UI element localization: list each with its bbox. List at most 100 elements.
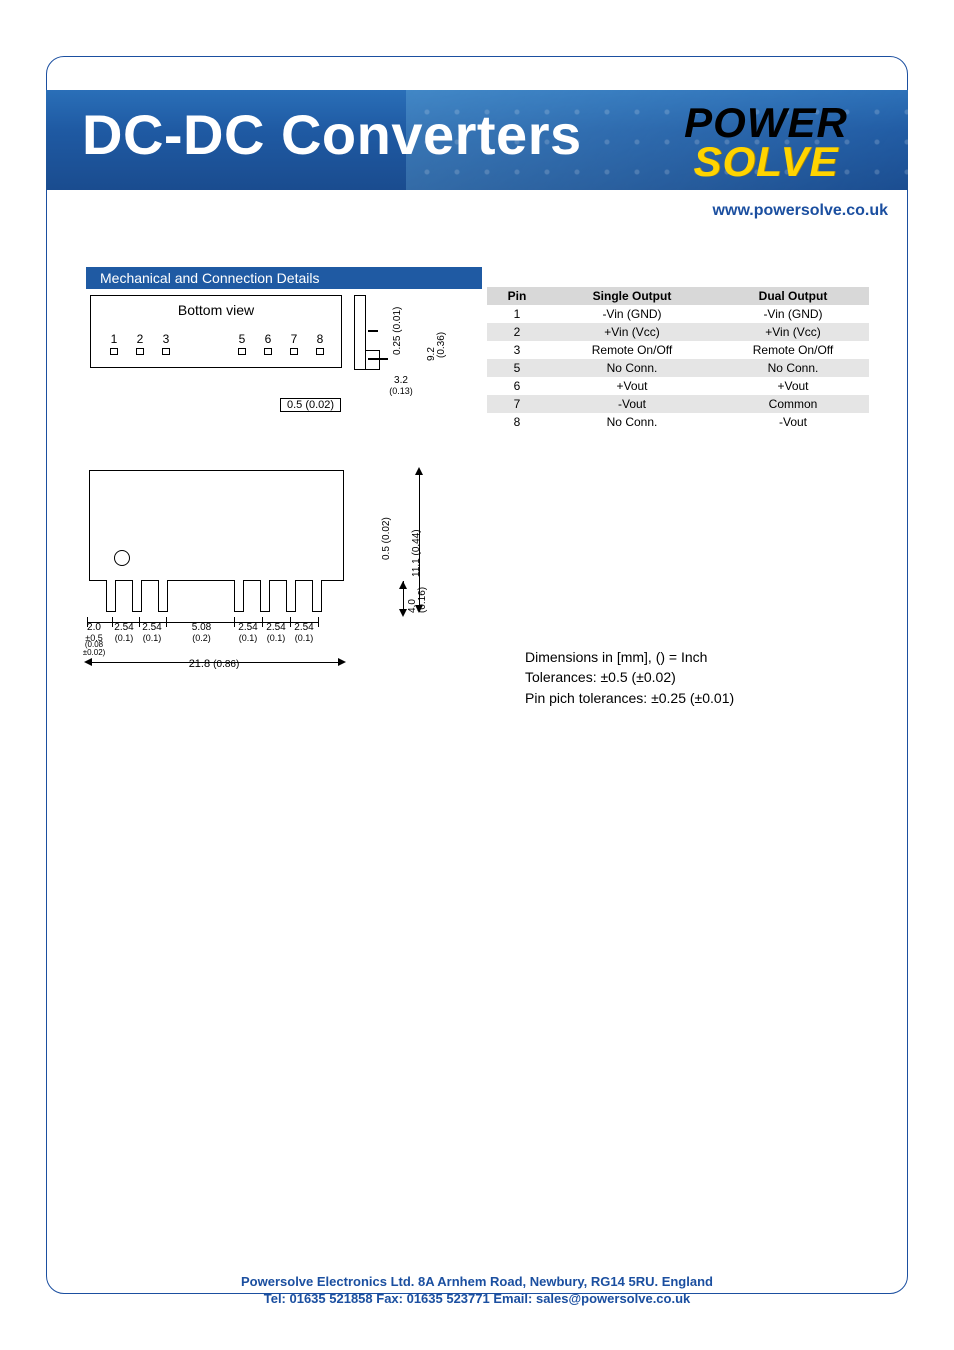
dim-21-8: 21.8 (0.86) <box>84 659 344 671</box>
dim-val: 2.54 <box>114 622 133 633</box>
dim-val: 2.54 <box>142 622 161 633</box>
dim-tick <box>318 617 319 627</box>
pin-leg <box>158 580 168 612</box>
page-root: DC-DC Converters POWER SOLVE www.powerso… <box>0 0 954 1350</box>
dimension-notes: Dimensions in [mm], () = Inch Tolerances… <box>525 647 734 708</box>
dim-21-8-val: 21.8 <box>189 658 210 670</box>
table-row: 3Remote On/OffRemote On/Off <box>487 341 869 359</box>
height-dimensions: 0.5 (0.02) 11.1 (0.44) 4.0 (0.16) <box>359 465 454 635</box>
pin-table-header-single: Single Output <box>547 287 717 305</box>
dim-2-54e: 2.54(0.1) <box>290 623 318 644</box>
single-cell: -Vin (GND) <box>547 305 717 323</box>
banner-title: DC-DC Converters <box>82 102 582 167</box>
single-cell: +Vin (Vcc) <box>547 323 717 341</box>
dim-3-2: 3.2 (0.13) <box>386 375 416 397</box>
dual-cell: Remote On/Off <box>717 341 869 359</box>
dim-3-2-val: 3.2 <box>394 375 408 386</box>
dual-cell: +Vin (Vcc) <box>717 323 869 341</box>
pin-pad-2 <box>136 348 144 355</box>
section-header-bar: Mechanical and Connection Details <box>86 267 868 289</box>
arrow-up-icon <box>399 581 407 589</box>
footer-contact: Tel: 01635 521858 Fax: 01635 523771 Emai… <box>0 1290 954 1308</box>
drawing-side-view: 2.0 ±0.5 (0.08 ±0.02) 2.54(0.1) 2.54(0.1… <box>84 465 454 705</box>
dual-cell: No Conn. <box>717 359 869 377</box>
pin-pad-8 <box>316 348 324 355</box>
table-row: 1-Vin (GND)-Vin (GND) <box>487 305 869 323</box>
table-row: 5No Conn.No Conn. <box>487 359 869 377</box>
dim-in: (0.2) <box>192 633 211 643</box>
side-profile-standoff <box>366 350 380 370</box>
pin-number-2: 2 <box>135 332 145 346</box>
pin-number-7: 7 <box>289 332 299 346</box>
dim-h-0-5: 0.5 (0.02) <box>381 517 392 560</box>
dual-cell: -Vin (GND) <box>717 305 869 323</box>
pin-pad-7 <box>290 348 298 355</box>
brand-logo-power: POWER <box>638 104 894 143</box>
dim-in: (0.1) <box>239 633 258 643</box>
pin-cell: 5 <box>487 359 547 377</box>
dimension-note-3: Pin pich tolerances: ±0.25 (±0.01) <box>525 688 734 708</box>
pin-leg <box>312 580 322 612</box>
pin-leg <box>234 580 244 612</box>
single-cell: No Conn. <box>547 413 717 431</box>
side-profile-body <box>354 295 366 370</box>
footer: Powersolve Electronics Ltd. 8A Arnhem Ro… <box>0 1273 954 1308</box>
dim-val: 2.54 <box>238 622 257 633</box>
pin-pad-5 <box>238 348 246 355</box>
pin-cell: 2 <box>487 323 547 341</box>
dual-cell: +Vout <box>717 377 869 395</box>
single-cell: -Vout <box>547 395 717 413</box>
dim-val: 2.54 <box>266 622 285 633</box>
dimension-note-2: Tolerances: ±0.5 (±0.02) <box>525 667 734 687</box>
website-url: www.powersolve.co.uk <box>713 202 888 220</box>
table-row: 6+Vout+Vout <box>487 377 869 395</box>
single-cell: No Conn. <box>547 359 717 377</box>
pin-table-header-pin: Pin <box>487 287 547 305</box>
drawing-bottom-view: Bottom view 1 2 3 5 6 7 8 0.25 (0.01) 9.… <box>90 290 450 430</box>
footer-address: Powersolve Electronics Ltd. 8A Arnhem Ro… <box>0 1273 954 1291</box>
baseline <box>89 580 344 581</box>
pin-number-6: 6 <box>263 332 273 346</box>
pin-cell: 3 <box>487 341 547 359</box>
side-profile-pin-stub <box>368 330 378 332</box>
dim-in: (0.1) <box>143 633 162 643</box>
dimension-note-1: Dimensions in [mm], () = Inch <box>525 647 734 667</box>
banner: DC-DC Converters POWER SOLVE <box>46 90 908 190</box>
dim-lead-inch: (0.08 ±0.02) <box>80 641 108 657</box>
dim-lead-0-5: 0.5 (0.02) <box>280 398 341 412</box>
dim-2-54a: 2.54(0.1) <box>110 623 138 644</box>
pin-cell: 1 <box>487 305 547 323</box>
dim-in: (0.1) <box>115 633 134 643</box>
dim-lead-val: 2.0 <box>87 622 101 633</box>
dim-5-08: 5.08(0.2) <box>174 623 229 644</box>
dim-3-2-in: (0.13) <box>389 386 413 396</box>
single-cell: +Vout <box>547 377 717 395</box>
dim-in: (0.1) <box>267 633 286 643</box>
pin-pad-1 <box>110 348 118 355</box>
pitch-dimensions: 2.0 ±0.5 (0.08 ±0.02) 2.54(0.1) 2.54(0.1… <box>84 623 356 683</box>
dim-val: 2.54 <box>294 622 313 633</box>
dim-tick <box>166 617 167 627</box>
pin-number-1: 1 <box>109 332 119 346</box>
dim-lead-in2: ±0.02) <box>83 648 106 657</box>
mounting-hole-icon <box>114 550 130 566</box>
dim-0-25: 0.25 (0.01) <box>392 307 403 355</box>
pin-cell: 8 <box>487 413 547 431</box>
pin-table-header-dual: Dual Output <box>717 287 869 305</box>
dim-in: (0.1) <box>295 633 314 643</box>
dim-21-8-in: (0.86) <box>213 659 239 670</box>
pin-table-header-row: Pin Single Output Dual Output <box>487 287 869 305</box>
table-row: 7-VoutCommon <box>487 395 869 413</box>
dim-h-11-1: 11.1 (0.44) <box>411 529 422 577</box>
pin-pad-6 <box>264 348 272 355</box>
pin-cell: 6 <box>487 377 547 395</box>
dim-val: 5.08 <box>192 622 211 633</box>
section-title: Mechanical and Connection Details <box>86 267 482 289</box>
side-profile-pin-stub2 <box>368 358 388 360</box>
dim-h-4-0-in: (0.16) <box>417 587 428 613</box>
dim-0-36: (0.36) <box>436 332 447 358</box>
table-row: 2+Vin (Vcc)+Vin (Vcc) <box>487 323 869 341</box>
pin-number-3: 3 <box>161 332 171 346</box>
pin-leg <box>286 580 296 612</box>
brand-logo-solve: SOLVE <box>638 143 894 182</box>
